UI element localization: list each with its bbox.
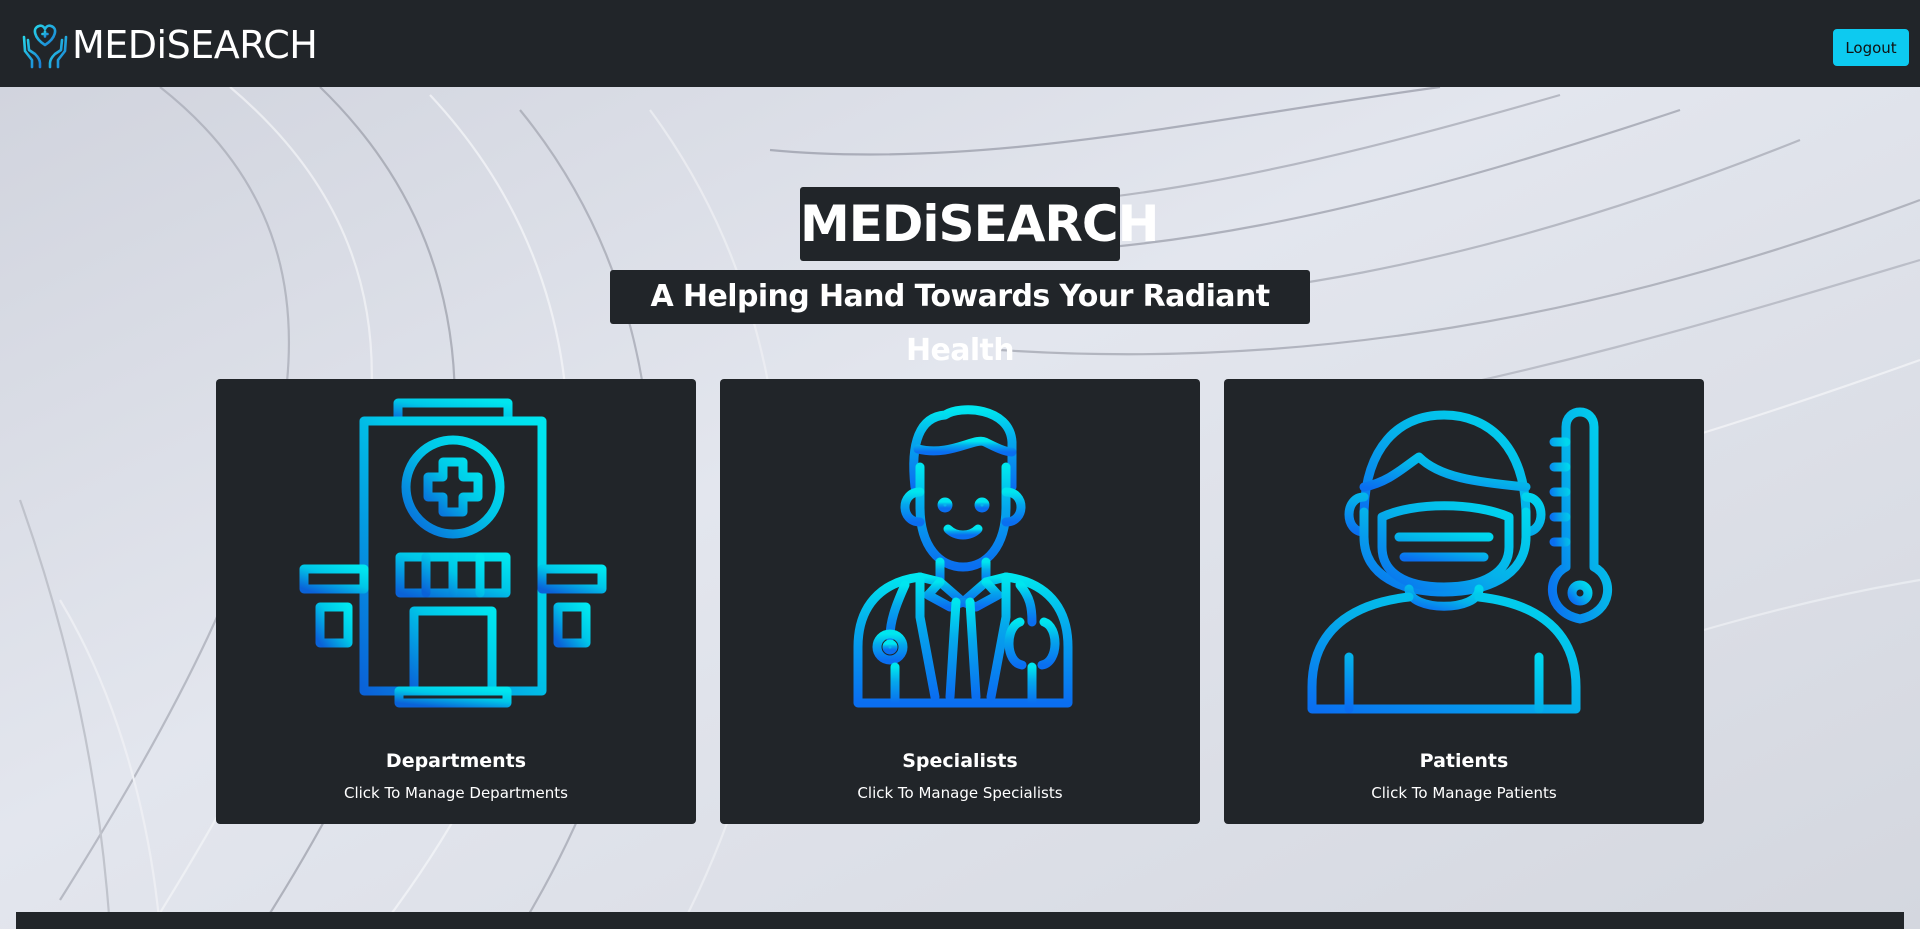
hospital-building-icon [296, 398, 616, 710]
card-description: Click To Manage Departments [343, 784, 568, 802]
card-title: Departments [385, 750, 527, 772]
brand-home-link[interactable]: MEDiSEARCH [20, 18, 318, 72]
top-navbar: MEDiSEARCH Logout [0, 0, 1920, 87]
hands-heart-cross-icon [22, 24, 68, 69]
specialists-card[interactable]: Specialists Click To Manage Specialists [720, 379, 1200, 824]
brand-name: MEDiSEARCH [72, 23, 318, 67]
logout-button[interactable]: Logout [1833, 29, 1909, 66]
departments-card[interactable]: Departments Click To Manage Departments [216, 379, 696, 824]
hero-subtitle: A Helping Hand Towards Your Radiant Heal… [610, 270, 1310, 368]
page-footer [16, 912, 1904, 929]
masked-patient-thermometer-icon [1307, 407, 1613, 714]
card-description: Click To Manage Patients [1371, 784, 1557, 802]
doctor-specialist-icon [853, 405, 1073, 708]
card-description: Click To Manage Specialists [857, 784, 1063, 802]
card-title: Specialists [902, 750, 1018, 772]
hero-title: MEDiSEARCH [800, 187, 1159, 261]
patients-card[interactable]: Patients Click To Manage Patients [1224, 379, 1704, 824]
card-title: Patients [1419, 750, 1509, 772]
